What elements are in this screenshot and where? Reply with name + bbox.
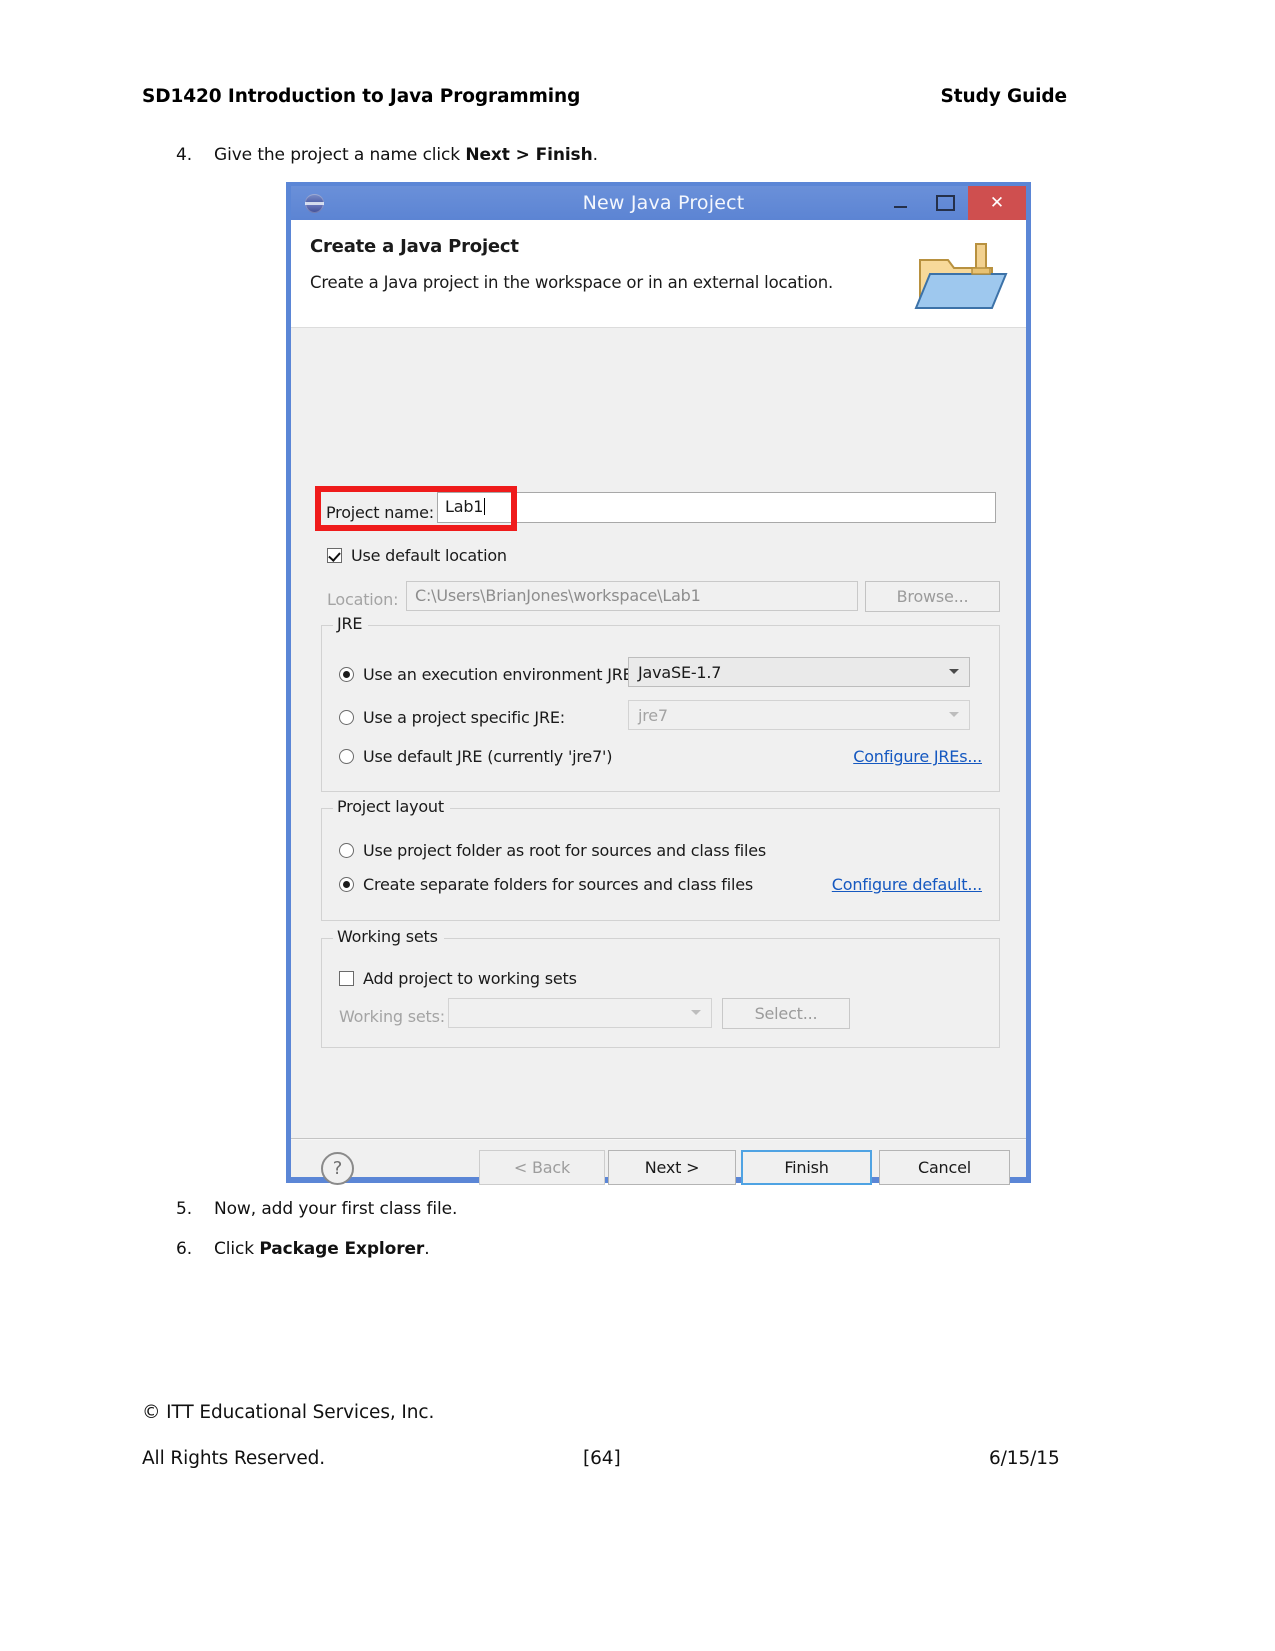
step-item-5: 5. Now, add your first class file. <box>176 1199 457 1219</box>
location-label: Location: <box>327 590 399 609</box>
add-project-to-working-sets-label: Add project to working sets <box>363 969 577 988</box>
add-project-to-working-sets-checkbox[interactable]: Add project to working sets <box>339 969 577 988</box>
step-text: Now, add your first class file. <box>214 1199 457 1219</box>
radio-icon <box>339 710 354 725</box>
radio-icon <box>339 843 354 858</box>
project-name-label: Project name: <box>326 503 434 522</box>
working-sets-select[interactable] <box>448 998 712 1028</box>
layout-project-folder-label: Use project folder as root for sources a… <box>363 841 767 860</box>
back-label: < Back <box>513 1158 571 1177</box>
location-input[interactable]: C:\Users\BrianJones\workspace\Lab1 <box>406 581 858 611</box>
footer-copyright: © ITT Educational Services, Inc. <box>142 1402 435 1423</box>
jre-default-radio[interactable]: Use default JRE (currently 'jre7') <box>339 747 612 766</box>
project-layout-group-title: Project layout <box>333 797 450 816</box>
chevron-down-icon <box>949 712 959 717</box>
radio-icon <box>339 749 354 764</box>
step-text-before: Give the project a name click <box>214 145 466 165</box>
checkbox-icon <box>339 971 354 986</box>
jre-group: JRE Use an execution environment JRE: Ja… <box>321 614 1000 792</box>
footer-date: 6/15/15 <box>989 1448 1060 1469</box>
project-name-input[interactable]: Lab1 <box>437 492 996 523</box>
dialog-body: Create a Java Project Create a Java proj… <box>291 220 1026 1185</box>
cancel-label: Cancel <box>917 1158 971 1177</box>
finish-label: Finish <box>784 1158 829 1177</box>
minimize-button[interactable] <box>878 186 923 220</box>
step-number: 5. <box>176 1199 193 1219</box>
working-sets-select-button[interactable]: Select... <box>722 998 850 1029</box>
jre-execution-environment-select[interactable]: JavaSE-1.7 <box>628 657 970 687</box>
step-number: 4. <box>176 145 193 165</box>
wizard-content: Project name: Lab1 Use default location … <box>291 328 1026 1185</box>
minimize-icon <box>894 206 907 208</box>
step-text-after: . <box>424 1239 430 1259</box>
working-sets-group-title: Working sets <box>333 927 444 946</box>
checkbox-icon <box>327 548 342 563</box>
back-button[interactable]: < Back <box>479 1150 605 1185</box>
browse-label: Browse... <box>896 587 969 606</box>
footer-rights: All Rights Reserved. <box>142 1448 326 1469</box>
working-sets-field-label: Working sets: <box>339 1007 445 1026</box>
jre-project-specific-select[interactable]: jre7 <box>628 700 970 730</box>
chevron-down-icon <box>691 1010 701 1015</box>
chevron-down-icon <box>949 669 959 674</box>
dialog-footer-separator <box>291 1138 1026 1140</box>
step-text-bold: Next > Finish <box>465 145 593 165</box>
configure-jres-link[interactable]: Configure JREs... <box>853 747 982 766</box>
use-default-location-label: Use default location <box>351 546 507 565</box>
step-text: Click Package Explorer. <box>214 1239 430 1259</box>
working-sets-select-label: Select... <box>754 1004 818 1023</box>
radio-icon <box>339 667 354 682</box>
step-text: Give the project a name click Next > Fin… <box>214 145 598 165</box>
step-text-before: Now, add your first class file. <box>214 1199 458 1219</box>
step-item-4: 4. Give the project a name click Next > … <box>176 145 598 165</box>
project-name-value: Lab1 <box>445 497 484 516</box>
jre-group-title: JRE <box>333 614 369 633</box>
wizard-header: Create a Java Project Create a Java proj… <box>291 220 1026 328</box>
help-icon[interactable]: ? <box>321 1152 354 1185</box>
configure-default-link[interactable]: Configure default... <box>832 875 982 894</box>
jre-project-specific-value: jre7 <box>638 706 668 725</box>
document-header: SD1420 Introduction to Java Programming … <box>142 86 1067 107</box>
layout-separate-folders-radio[interactable]: Create separate folders for sources and … <box>339 875 753 894</box>
jre-execution-environment-label: Use an execution environment JRE: <box>363 665 638 684</box>
maximize-button[interactable] <box>923 186 968 220</box>
close-button[interactable]: ✕ <box>968 186 1026 220</box>
location-value: C:\Users\BrianJones\workspace\Lab1 <box>415 586 701 605</box>
header-document-type: Study Guide <box>940 86 1068 107</box>
cancel-button[interactable]: Cancel <box>879 1150 1010 1185</box>
help-glyph: ? <box>332 1158 343 1179</box>
jre-default-label: Use default JRE (currently 'jre7') <box>363 747 613 766</box>
jre-execution-environment-value: JavaSE-1.7 <box>638 663 722 682</box>
text-caret <box>484 498 486 515</box>
dialog-title-bar[interactable]: New Java Project ✕ <box>291 186 1026 220</box>
footer-page-number: [64] <box>583 1448 621 1469</box>
document-page: SD1420 Introduction to Java Programming … <box>0 0 1275 1651</box>
project-layout-group: Project layout Use project folder as roo… <box>321 797 1000 921</box>
step-text-bold: Package Explorer <box>259 1239 425 1259</box>
next-label: Next > <box>644 1158 700 1177</box>
step-item-6: 6. Click Package Explorer. <box>176 1239 430 1259</box>
close-icon: ✕ <box>989 193 1005 213</box>
window-controls: ✕ <box>878 186 1026 220</box>
use-default-location-checkbox[interactable]: Use default location <box>327 546 507 565</box>
step-number: 6. <box>176 1239 193 1259</box>
jre-project-specific-radio[interactable]: Use a project specific JRE: <box>339 708 565 727</box>
maximize-icon <box>936 195 955 211</box>
step-text-before: Click <box>214 1239 260 1259</box>
new-java-project-banner-icon <box>914 243 1008 309</box>
new-java-project-dialog: New Java Project ✕ Create a Java Project… <box>286 182 1031 1185</box>
layout-project-folder-radio[interactable]: Use project folder as root for sources a… <box>339 841 766 860</box>
radio-icon <box>339 877 354 892</box>
finish-button[interactable]: Finish <box>741 1150 872 1185</box>
jre-project-specific-label: Use a project specific JRE: <box>363 708 565 727</box>
working-sets-group: Working sets Add project to working sets… <box>321 927 1000 1048</box>
step-text-after: . <box>592 145 598 165</box>
jre-execution-environment-radio[interactable]: Use an execution environment JRE: <box>339 665 638 684</box>
layout-separate-folders-label: Create separate folders for sources and … <box>363 875 753 894</box>
browse-button[interactable]: Browse... <box>865 581 1000 612</box>
header-course-title: SD1420 Introduction to Java Programming <box>142 86 581 107</box>
next-button[interactable]: Next > <box>608 1150 736 1185</box>
